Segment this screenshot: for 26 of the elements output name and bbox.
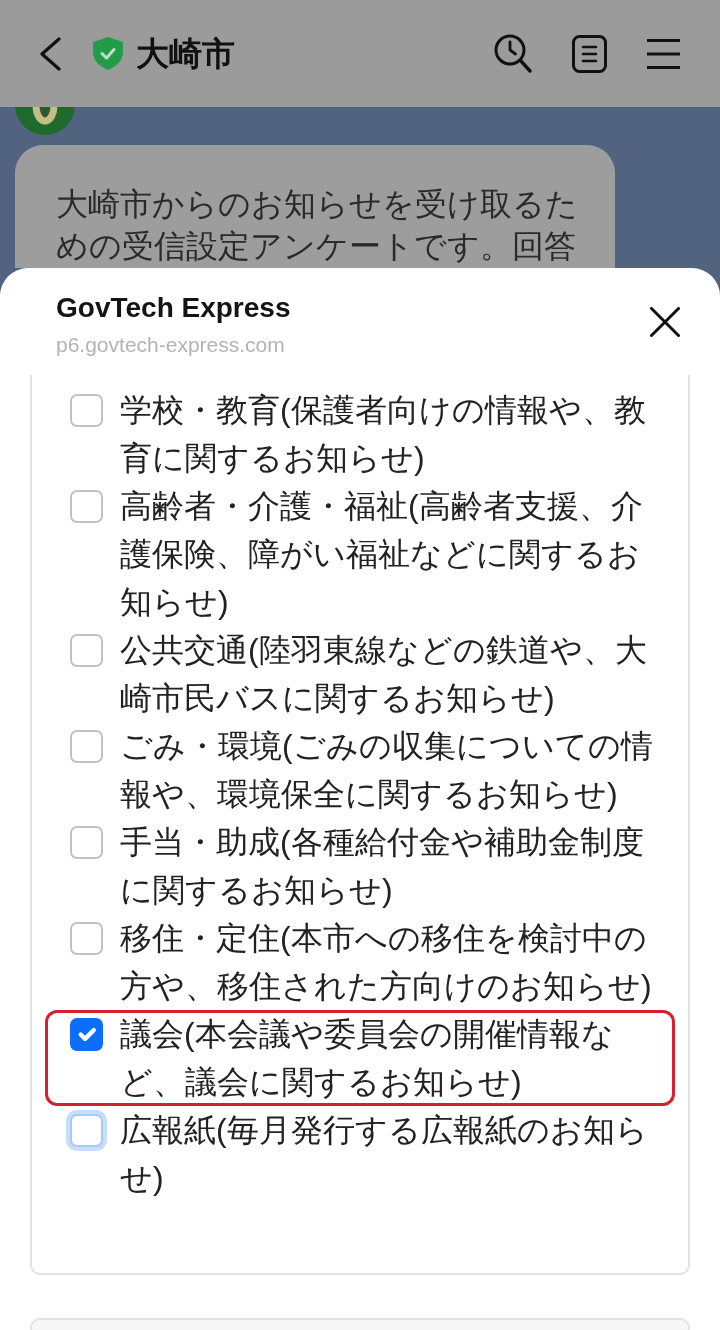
checkbox[interactable] <box>70 489 103 523</box>
sheet-title: GovTech Express <box>56 291 291 325</box>
checkbox[interactable] <box>70 393 103 427</box>
checkbox[interactable] <box>70 633 103 667</box>
option-label[interactable]: 高齢者・介護・福祉(高齢者支援、介護保険、障がい福祉などに関するお知らせ) <box>120 482 654 626</box>
option-label[interactable]: 公共交通(陸羽東線などの鉄道や、大崎市民バスに関するお知らせ) <box>120 626 654 722</box>
shield-check-icon <box>93 37 123 70</box>
checkbox[interactable] <box>70 825 103 859</box>
checkbox[interactable] <box>70 921 103 955</box>
option-label[interactable]: 議会(本会議や委員会の開催情報など、議会に関するお知らせ) <box>120 1010 654 1106</box>
menu-icon[interactable] <box>647 38 680 69</box>
option-label[interactable]: 手当・助成(各種給付金や補助金制度に関するお知らせ) <box>120 818 654 914</box>
option-label[interactable]: 移住・定住(本市への移住を検討中の方や、移住された方向けのお知らせ) <box>120 914 654 1010</box>
option-label[interactable]: 学校・教育(保護者向けの情報や、教育に関するお知らせ) <box>120 386 654 482</box>
sheet-url: p6.govtech-express.com <box>56 332 286 358</box>
option-label[interactable]: ごみ・環境(ごみの収集についての情報や、環境保全に関するお知らせ) <box>120 722 654 818</box>
close-icon[interactable] <box>650 307 680 337</box>
checkbox[interactable] <box>70 1017 103 1051</box>
message-text: 大崎市からのお知らせを受け取るための受信設定アンケートです。回答 <box>56 185 579 266</box>
document-icon[interactable] <box>572 34 607 73</box>
avatar-icon <box>15 107 75 135</box>
page-title: 大崎市 <box>136 33 235 74</box>
back-icon[interactable] <box>38 36 62 71</box>
option-label[interactable]: 広報紙(毎月発行する広報紙のお知らせ) <box>120 1106 654 1202</box>
clock-search-icon[interactable] <box>494 34 532 73</box>
checkbox[interactable] <box>70 729 103 763</box>
